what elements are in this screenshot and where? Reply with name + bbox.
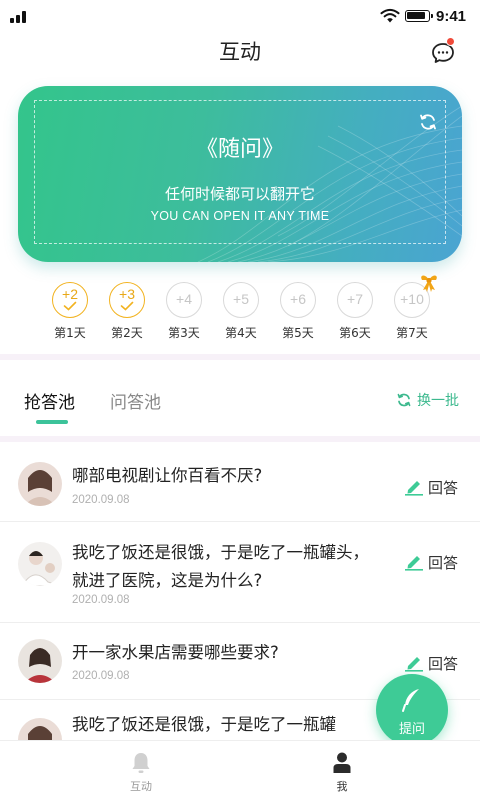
checkin-points: +6	[290, 291, 306, 307]
gift-bow-icon	[421, 275, 437, 292]
signal-icon	[10, 9, 30, 23]
tab-interaction[interactable]: 互动	[111, 751, 171, 794]
banner-subtitle-en: YOU CAN OPEN IT ANY TIME	[150, 209, 330, 223]
pencil-icon	[405, 481, 423, 496]
check-icon	[120, 301, 134, 311]
checkin-points: +4	[176, 291, 192, 307]
messages-button[interactable]	[430, 37, 456, 66]
checkin-day-label: 第6天	[339, 326, 371, 340]
ask-question-button[interactable]: 提问	[376, 674, 448, 746]
question-text: 我吃了饭还是很饿，于是吃了一瓶罐	[72, 715, 336, 734]
checkin-day[interactable]: +7 第6天	[330, 282, 380, 341]
checkin-day[interactable]: +5 第4天	[216, 282, 266, 341]
change-batch-label: 换一批	[417, 393, 459, 409]
refresh-icon	[397, 393, 411, 407]
question-item[interactable]: 哪部电视剧让你百看不厌? 2020.09.08 回答	[0, 442, 480, 522]
banner-title: 《随问》	[195, 137, 284, 162]
refresh-icon[interactable]	[418, 112, 438, 132]
avatar	[18, 718, 62, 740]
checkin-circle: +2	[52, 282, 88, 318]
tab-me[interactable]: 我	[312, 751, 372, 794]
answer-label: 回答	[428, 655, 459, 673]
checkin-day-label: 第5天	[282, 326, 314, 340]
checkin-points: +2	[62, 286, 78, 302]
active-tab-indicator	[36, 420, 68, 424]
checkin-circle: +7	[337, 282, 373, 318]
page-title: 互动	[219, 40, 261, 64]
checkin-day-label: 第2天	[111, 326, 143, 340]
wifi-icon	[380, 8, 400, 23]
checkin-circle: +4	[166, 282, 202, 318]
avatar	[18, 462, 62, 506]
quill-pen-icon	[402, 689, 419, 712]
section-divider	[0, 354, 480, 360]
tab-me-label: 我	[336, 780, 348, 793]
question-date: 2020.09.08	[72, 670, 130, 682]
user-icon	[333, 752, 351, 773]
checkin-circle: +6	[280, 282, 316, 318]
answer-button[interactable]: 回答	[404, 653, 458, 674]
checkin-day-label: 第3天	[168, 326, 200, 340]
question-text: 我吃了饭还是很饿，于是吃了一瓶罐头，就进了医院，这是为什么?	[72, 543, 369, 590]
checkin-day-label: 第1天	[54, 326, 86, 340]
status-bar: 9:41	[0, 0, 480, 34]
answer-button[interactable]: 回答	[404, 552, 458, 573]
bell-icon	[132, 753, 150, 773]
tab-wenda[interactable]: 问答池	[110, 388, 161, 413]
checkin-points: +5	[233, 291, 249, 307]
checkin-day-label: 第7天	[396, 326, 428, 340]
checkin-points: +10	[400, 291, 424, 307]
ask-question-label: 提问	[398, 722, 425, 737]
checkin-points: +3	[119, 286, 135, 302]
checkin-day[interactable]: +3 第2天	[102, 282, 152, 341]
checkin-circle: +3	[109, 282, 145, 318]
battery-icon	[405, 10, 433, 22]
question-date: 2020.09.08	[72, 494, 130, 506]
bottom-tab-bar: 互动 我	[0, 740, 480, 800]
question-text: 开一家水果店需要哪些要求?	[72, 643, 279, 662]
answer-label: 回答	[428, 554, 459, 572]
checkin-day-label: 第4天	[225, 326, 257, 340]
question-tabs: 抢答池 问答池 换一批	[0, 372, 480, 432]
tab-qiangda[interactable]: 抢答池	[24, 388, 75, 413]
question-item[interactable]: 我吃了饭还是很饿，于是吃了一瓶罐头，就进了医院，这是为什么? 2020.09.0…	[0, 522, 480, 623]
checkin-row: +2 第1天 +3 第2天 +4 第3天 +5 第4天 +6 第5天 +7 第6…	[0, 282, 480, 352]
banner-subtitle: 任何时候都可以翻开它	[164, 185, 315, 203]
pencil-icon	[405, 556, 423, 571]
notification-badge	[446, 37, 455, 46]
checkin-day[interactable]: +4 第3天	[159, 282, 209, 341]
status-time: 9:41	[436, 8, 467, 25]
pencil-icon	[405, 657, 423, 672]
question-date: 2020.09.08	[72, 594, 130, 606]
answer-button[interactable]: 回答	[404, 477, 458, 498]
checkin-circle: +5	[223, 282, 259, 318]
checkin-points: +7	[347, 291, 363, 307]
checkin-day[interactable]: +6 第5天	[273, 282, 323, 341]
suiwen-banner[interactable]: 《随问》 任何时候都可以翻开它 YOU CAN OPEN IT ANY TIME	[18, 86, 462, 262]
checkin-day[interactable]: +2 第1天	[45, 282, 95, 341]
question-text: 哪部电视剧让你百看不厌?	[72, 466, 263, 485]
tab-interaction-label: 互动	[130, 780, 152, 793]
change-batch-button[interactable]: 换一批	[396, 390, 459, 410]
check-icon	[63, 301, 77, 311]
avatar	[18, 639, 62, 683]
avatar	[18, 542, 62, 586]
answer-label: 回答	[428, 479, 459, 497]
